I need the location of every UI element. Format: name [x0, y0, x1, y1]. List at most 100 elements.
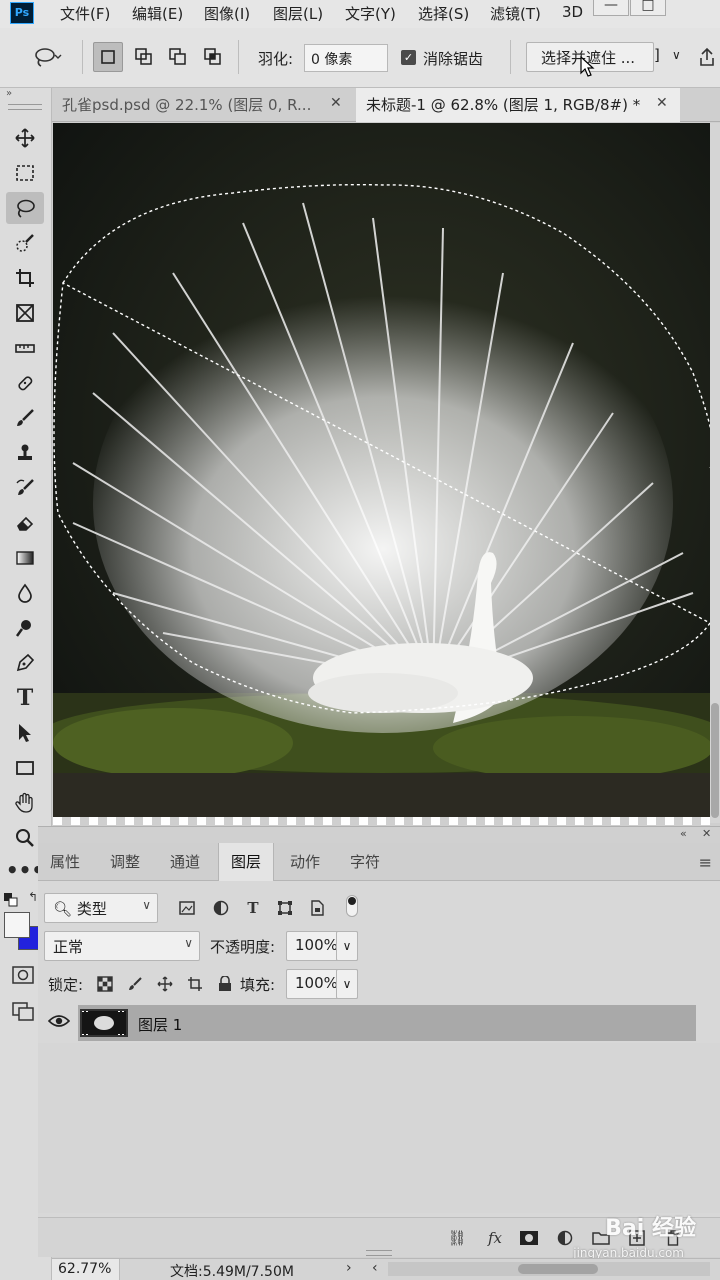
- path-select-icon[interactable]: [6, 717, 44, 749]
- chevron-down-icon: ∨: [184, 936, 193, 950]
- tab-actions[interactable]: 动作: [278, 843, 332, 881]
- separator: [510, 40, 511, 74]
- intersect-selection-icon[interactable]: [198, 42, 228, 72]
- horizontal-scrollbar[interactable]: [388, 1262, 710, 1276]
- fill-dropdown[interactable]: ∨: [336, 969, 358, 999]
- filter-type-icon[interactable]: T: [242, 897, 264, 919]
- frame-icon[interactable]: [6, 297, 44, 329]
- close-icon[interactable]: ✕: [656, 95, 668, 111]
- scrollbar-thumb[interactable]: [518, 1264, 598, 1274]
- pen-icon[interactable]: [6, 647, 44, 679]
- menu-image[interactable]: 图像(I): [204, 3, 250, 24]
- lock-brush-icon[interactable]: [124, 973, 146, 995]
- new-selection-icon[interactable]: [93, 42, 123, 72]
- gradient-icon[interactable]: [6, 542, 44, 574]
- tab-adjustments[interactable]: 调整: [98, 843, 152, 881]
- chevron-down-icon: ∨: [342, 939, 352, 953]
- scrollbar-thumb[interactable]: [711, 703, 719, 818]
- antialias-checkbox[interactable]: ✓: [401, 50, 416, 65]
- tab-character[interactable]: 字符: [338, 843, 392, 881]
- link-layers-icon[interactable]: ⛓︎: [446, 1228, 468, 1248]
- lasso-icon[interactable]: [6, 192, 44, 224]
- screen-mode-icon[interactable]: [12, 1002, 36, 1022]
- maximize-button[interactable]: □: [630, 0, 666, 16]
- collapse-icon[interactable]: »: [6, 88, 12, 99]
- brush-icon[interactable]: [6, 402, 44, 434]
- document-tabs: 孔雀psd.psd @ 22.1% (图层 0, R... ✕ 未标题-1 @ …: [52, 88, 720, 122]
- canvas[interactable]: [53, 123, 720, 823]
- healing-icon[interactable]: [6, 367, 44, 399]
- menu-file[interactable]: 文件(F): [60, 3, 110, 24]
- layer-name[interactable]: 图层 1: [138, 1014, 182, 1035]
- blend-mode-select[interactable]: 正常 ∨: [44, 931, 200, 961]
- dodge-icon[interactable]: [6, 612, 44, 644]
- filter-smart-object-icon[interactable]: [306, 897, 328, 919]
- panel-header: « ✕: [38, 827, 720, 843]
- move-icon[interactable]: [6, 122, 44, 154]
- lock-move-icon[interactable]: [154, 973, 176, 995]
- tab-layers[interactable]: 图层: [218, 843, 275, 881]
- opacity-dropdown[interactable]: ∨: [336, 931, 358, 961]
- menu-3d[interactable]: 3D: [562, 3, 583, 21]
- eraser-icon[interactable]: [6, 507, 44, 539]
- marquee-icon[interactable]: [6, 157, 44, 189]
- separator: [82, 40, 83, 74]
- share-icon[interactable]: [692, 42, 720, 72]
- vertical-scrollbar[interactable]: [710, 123, 720, 823]
- close-icon[interactable]: ✕: [330, 95, 342, 111]
- lock-artboard-icon[interactable]: [184, 973, 206, 995]
- lasso-preset-icon[interactable]: [24, 42, 72, 72]
- quick-mask-icon[interactable]: [12, 966, 34, 984]
- filter-shape-icon[interactable]: [274, 897, 296, 919]
- rectangle-icon[interactable]: [6, 752, 44, 784]
- lock-all-icon[interactable]: [214, 973, 236, 995]
- feather-input[interactable]: 0 像素: [304, 44, 388, 72]
- crop-icon[interactable]: [6, 262, 44, 294]
- foreground-color[interactable]: [4, 912, 30, 938]
- type-icon[interactable]: T: [6, 682, 44, 714]
- filter-row: 🔍︎ 类型 ∨ T: [38, 891, 720, 925]
- chevron-right-icon[interactable]: ›: [346, 1260, 352, 1276]
- grip-icon[interactable]: [8, 104, 42, 110]
- panel-menu-icon[interactable]: ≡: [699, 853, 712, 872]
- opacity-label: 不透明度:: [210, 938, 276, 956]
- menu-type[interactable]: 文字(Y): [345, 3, 396, 24]
- feather-label: 羽化:: [258, 50, 294, 68]
- quick-select-icon[interactable]: [6, 227, 44, 259]
- tab-properties[interactable]: 属性: [38, 843, 92, 881]
- chevron-left-icon[interactable]: ‹: [372, 1260, 378, 1276]
- menu-edit[interactable]: 编辑(E): [132, 3, 183, 24]
- filter-kind-select[interactable]: 🔍︎ 类型 ∨: [44, 893, 158, 923]
- ruler-icon[interactable]: [6, 332, 44, 364]
- bracket-icon: ]: [654, 46, 660, 64]
- filter-adjustment-icon[interactable]: [210, 897, 232, 919]
- adjustment-layer-icon[interactable]: [554, 1228, 576, 1248]
- eye-icon[interactable]: [47, 1013, 71, 1033]
- menu-filter[interactable]: 滤镜(T): [490, 3, 541, 24]
- mouse-cursor-icon: [576, 54, 598, 80]
- tab-channels[interactable]: 通道: [158, 843, 212, 881]
- collapse-panel-icon[interactable]: «: [680, 827, 687, 840]
- tab-untitled-1[interactable]: 未标题-1 @ 62.8% (图层 1, RGB/8#) * ✕: [356, 88, 680, 122]
- add-mask-icon[interactable]: [518, 1228, 540, 1248]
- minimize-button[interactable]: —: [593, 0, 629, 16]
- hand-icon[interactable]: [6, 787, 44, 819]
- filter-pixel-icon[interactable]: [176, 897, 198, 919]
- zoom-level[interactable]: 62.77%: [52, 1259, 120, 1280]
- close-panel-icon[interactable]: ✕: [702, 827, 711, 840]
- menu-layer[interactable]: 图层(L): [273, 3, 323, 24]
- options-bar: 羽化: 0 像素 ✓ 消除锯齿 选择并遮住 ... ] ∨: [0, 28, 720, 88]
- subtract-selection-icon[interactable]: [163, 42, 193, 72]
- chevron-down-icon[interactable]: ∨: [672, 48, 681, 62]
- add-selection-icon[interactable]: [129, 42, 159, 72]
- resize-grip-icon[interactable]: [366, 1250, 392, 1256]
- menu-select[interactable]: 选择(S): [418, 3, 469, 24]
- blur-icon[interactable]: [6, 577, 44, 609]
- filter-toggle[interactable]: [346, 895, 358, 917]
- tab-peacock-psd[interactable]: 孔雀psd.psd @ 22.1% (图层 0, R... ✕: [52, 88, 356, 122]
- stamp-icon[interactable]: [6, 437, 44, 469]
- lock-transparent-icon[interactable]: [94, 973, 116, 995]
- fx-icon[interactable]: fx: [484, 1228, 506, 1248]
- layer-thumbnail[interactable]: [80, 1009, 128, 1037]
- history-brush-icon[interactable]: [6, 472, 44, 504]
